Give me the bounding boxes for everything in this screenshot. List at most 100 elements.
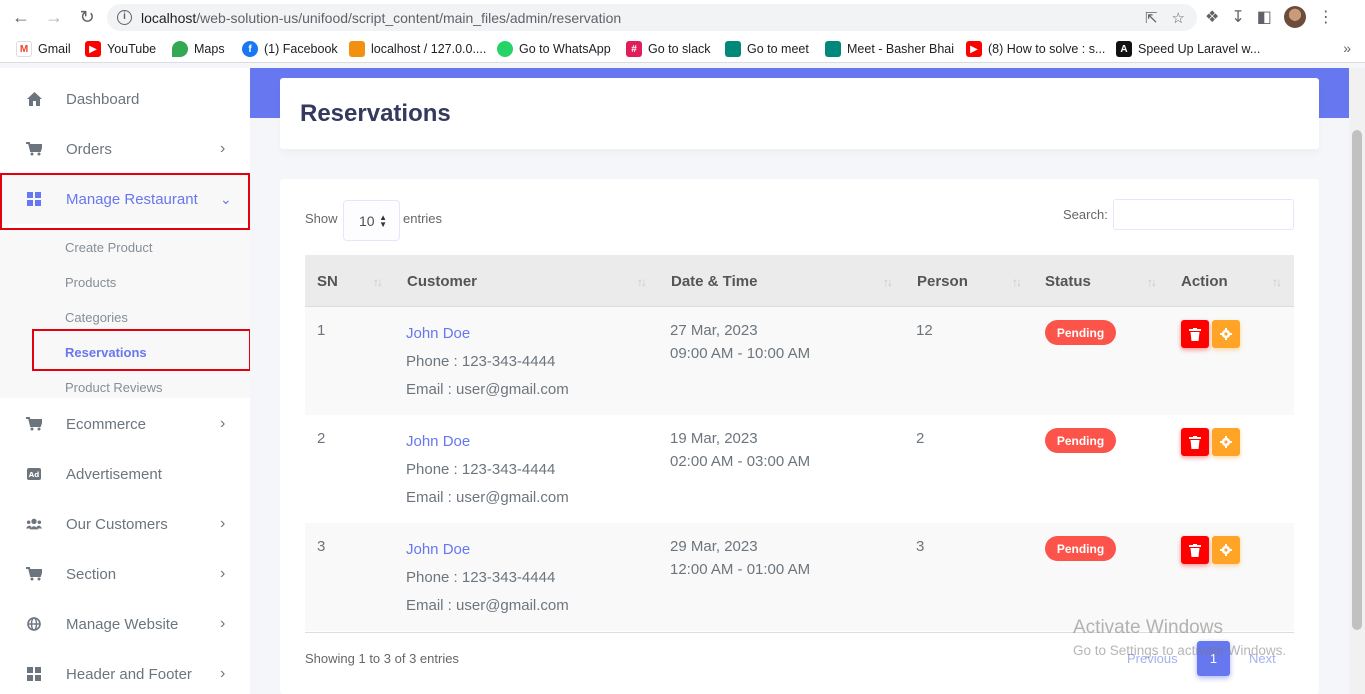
bookmark-facebook[interactable]: f (1) Facebook <box>242 41 338 57</box>
reload-icon[interactable]: ↻ <box>76 6 98 28</box>
entries-label: entries <box>403 211 443 226</box>
address-bar[interactable]: i localhost/web-solution-us/unifood/scri… <box>107 4 1197 31</box>
globe-icon <box>26 616 42 632</box>
header-sn[interactable]: SN <box>317 273 338 290</box>
sidebar-item-header-footer[interactable]: Header and Footer › <box>0 649 250 694</box>
customer-name-link[interactable]: John Doe <box>406 538 470 561</box>
sidebar-item-orders[interactable]: Orders › <box>0 124 250 174</box>
settings-button[interactable] <box>1212 428 1240 456</box>
header-person[interactable]: Person <box>917 273 968 290</box>
sort-icon[interactable]: ↑↓ <box>637 275 647 289</box>
customer-email: Email : user@gmail.com <box>406 489 569 506</box>
header-status[interactable]: Status <box>1045 273 1091 290</box>
download-icon[interactable]: ↧ <box>1231 7 1244 27</box>
bookmark-whatsapp[interactable]: Go to WhatsApp <box>497 41 611 57</box>
highlight-box-reservations <box>32 329 250 371</box>
browser-menu-icon[interactable]: ⋮ <box>1318 7 1334 27</box>
sidebar-item-section[interactable]: Section › <box>0 549 250 599</box>
bookmark-phpmyadmin[interactable]: localhost / 127.0.0.... <box>349 41 486 57</box>
chevron-right-icon: › <box>220 665 226 682</box>
reservation-time: 09:00 AM - 10:00 AM <box>670 345 811 362</box>
status-badge: Pending <box>1045 428 1116 453</box>
laravel-icon: A <box>1116 41 1132 57</box>
search-input[interactable] <box>1113 199 1294 230</box>
chevron-right-icon: › <box>220 140 226 157</box>
bookmark-how-to-solve[interactable]: ▶ (8) How to solve : s... <box>966 41 1105 57</box>
entries-length-select[interactable]: 10 ▲ ▼ <box>343 200 400 241</box>
delete-button[interactable] <box>1181 320 1209 348</box>
header-customer[interactable]: Customer <box>407 273 477 290</box>
gear-icon <box>1220 436 1232 448</box>
sort-icon[interactable]: ↑↓ <box>1012 275 1022 289</box>
submenu-products[interactable]: Products <box>65 275 116 290</box>
chevron-right-icon: › <box>220 415 226 432</box>
windows-activation-watermark: Activate Windows Go to Settings to activ… <box>1073 617 1287 658</box>
cart-icon <box>26 566 42 582</box>
customer-phone: Phone : 123-343-4444 <box>406 569 556 586</box>
reservation-time: 02:00 AM - 03:00 AM <box>670 453 811 470</box>
bookmark-gmail[interactable]: M Gmail <box>16 41 71 57</box>
cell-person: 2 <box>916 430 925 447</box>
sidebar-item-our-customers[interactable]: Our Customers › <box>0 499 250 549</box>
extensions-icon[interactable]: ❖ <box>1205 7 1219 27</box>
settings-button[interactable] <box>1212 320 1240 348</box>
reservation-time: 12:00 AM - 01:00 AM <box>670 561 811 578</box>
bookmark-star-icon[interactable]: ☆ <box>1172 9 1185 27</box>
sidebar-item-manage-website[interactable]: Manage Website › <box>0 599 250 649</box>
submenu-product-reviews[interactable]: Product Reviews <box>65 380 163 395</box>
bookmark-laravel[interactable]: A Speed Up Laravel w... <box>1116 41 1260 57</box>
bookmark-meet[interactable]: Go to meet <box>725 41 809 57</box>
delete-button[interactable] <box>1181 428 1209 456</box>
sidebar-item-advertisement[interactable]: Ad Advertisement <box>0 449 250 499</box>
header-action[interactable]: Action <box>1181 273 1228 290</box>
show-label: Show <box>305 211 338 226</box>
meet-icon <box>725 41 741 57</box>
bookmark-youtube[interactable]: ▶ YouTube <box>85 41 156 57</box>
reservation-date: 19 Mar, 2023 <box>670 430 758 447</box>
sort-icon[interactable]: ↑↓ <box>373 275 383 289</box>
trash-icon <box>1189 543 1201 557</box>
svg-text:Ad: Ad <box>29 471 39 479</box>
submenu-create-product[interactable]: Create Product <box>65 240 152 255</box>
cart-icon <box>26 141 42 157</box>
url-host: localhost <box>141 9 197 26</box>
share-icon[interactable]: ⇱ <box>1145 9 1158 27</box>
select-arrows-icon: ▲ ▼ <box>379 213 387 229</box>
page-scrollbar[interactable] <box>1349 68 1365 694</box>
scrollbar-thumb[interactable] <box>1352 130 1362 630</box>
gear-icon <box>1220 328 1232 340</box>
site-info-icon[interactable]: i <box>117 10 132 25</box>
settings-button[interactable] <box>1212 536 1240 564</box>
customer-name-link[interactable]: John Doe <box>406 322 470 345</box>
submenu-categories[interactable]: Categories <box>65 310 128 325</box>
table-row: 3 John Doe Phone : 123-343-4444 Email : … <box>305 523 1294 631</box>
gmail-icon: M <box>16 41 32 57</box>
bookmark-meet-basher[interactable]: Meet - Basher Bhai <box>825 41 954 57</box>
url-path: /web-solution-us/unifood/script_content/… <box>196 9 622 26</box>
more-bookmarks-icon[interactable]: » <box>1343 40 1351 56</box>
sidebar-item-dashboard[interactable]: Dashboard <box>0 74 250 124</box>
sort-icon[interactable]: ↑↓ <box>1147 275 1157 289</box>
bookmark-maps[interactable]: Maps <box>172 41 225 57</box>
status-badge: Pending <box>1045 536 1116 561</box>
home-icon <box>26 91 42 107</box>
section-header: Reservations <box>280 78 1319 149</box>
customer-name-link[interactable]: John Doe <box>406 430 470 453</box>
delete-button[interactable] <box>1181 536 1209 564</box>
highlight-box-manage-restaurant <box>0 173 250 230</box>
trash-icon <box>1189 327 1201 341</box>
back-icon[interactable]: ← <box>10 6 32 28</box>
header-date-time[interactable]: Date & Time <box>671 273 757 290</box>
cell-person: 3 <box>916 538 925 555</box>
bookmark-slack[interactable]: # Go to slack <box>626 41 711 57</box>
side-panel-icon[interactable]: ◧ <box>1257 7 1272 27</box>
sort-icon[interactable]: ↑↓ <box>883 275 893 289</box>
forward-icon[interactable]: → <box>43 6 65 28</box>
search-label: Search: <box>1063 207 1108 222</box>
table-header: SN ↑↓ Customer ↑↓ Date & Time ↑↓ Person … <box>305 255 1294 307</box>
customer-phone: Phone : 123-343-4444 <box>406 353 556 370</box>
profile-avatar[interactable] <box>1283 6 1306 28</box>
chevron-right-icon: › <box>220 615 226 632</box>
sidebar-item-ecommerce[interactable]: Ecommerce › <box>0 399 250 449</box>
sort-icon[interactable]: ↑↓ <box>1272 275 1282 289</box>
